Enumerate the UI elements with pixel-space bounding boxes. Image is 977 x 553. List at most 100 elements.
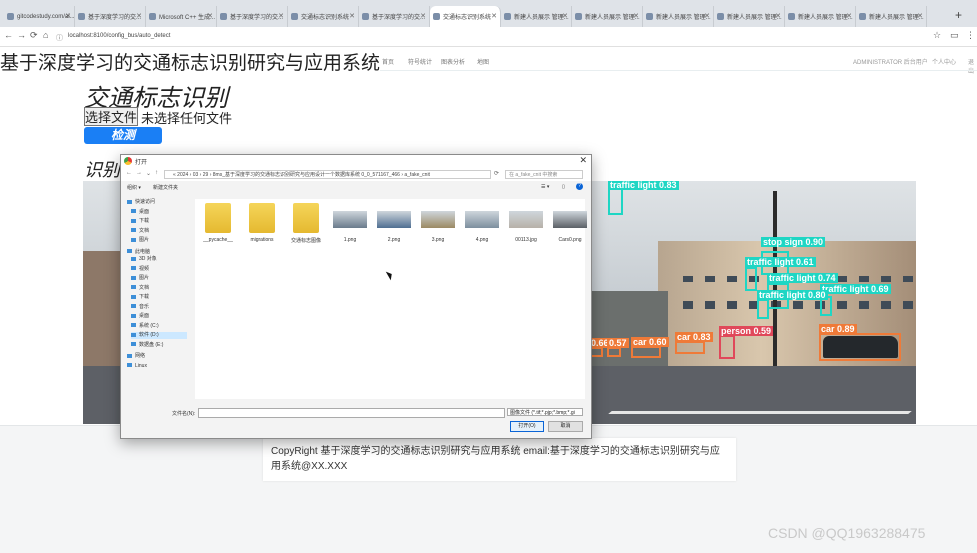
browser-tab[interactable]: 基于深度学习的交... ✕ <box>217 6 288 27</box>
detect-button[interactable]: 检测 <box>84 127 162 144</box>
view-options-icon[interactable]: ☰ ▾ <box>541 184 549 190</box>
browser-tab[interactable]: 新建人员展示 管理... ✕ <box>785 6 856 27</box>
browser-tab[interactable]: gitcodestudy.com/ai... ✕ <box>4 6 75 27</box>
nav-logout[interactable]: 退出 <box>968 57 977 75</box>
dialog-sidebar-item[interactable]: 桌面 <box>131 209 149 216</box>
dialog-sidebar-item[interactable]: 数据盘 (E:) <box>131 342 163 349</box>
nav-home[interactable]: 首页 <box>382 57 394 66</box>
nav-stats[interactable]: 符号统计 <box>408 57 432 66</box>
new-folder-button[interactable]: 新建文件夹 <box>153 184 178 191</box>
tab-close-icon[interactable]: ✕ <box>136 12 142 20</box>
tab-close-icon[interactable]: ✕ <box>207 12 213 20</box>
dialog-sidebar-item[interactable]: 下载 <box>131 294 149 301</box>
back-icon[interactable]: ← <box>4 30 13 40</box>
dialog-sidebar-label: 视频 <box>139 265 150 272</box>
dialog-sidebar-item[interactable]: 网络 <box>127 353 145 360</box>
dialog-file-name: 4.png <box>475 237 489 243</box>
nav-admin-user[interactable]: ADMINISTRATOR 后台用户 <box>853 57 928 66</box>
dialog-file-item[interactable]: Cars0.png <box>551 203 589 243</box>
filetype-select[interactable]: 图像文件 (*.tif;*.pjp;*.bmp;*.gi <box>507 408 583 416</box>
browser-tab[interactable]: Microsoft C++ 生成... ✕ <box>146 6 217 27</box>
menu-icon[interactable]: ⋮ <box>966 30 975 41</box>
tab-close-icon[interactable]: ✕ <box>349 12 355 20</box>
tab-favicon-icon <box>291 13 298 20</box>
open-button[interactable]: 打开(O) <box>510 421 544 432</box>
browser-tab[interactable]: 新建人员展示 管理... ✕ <box>714 6 785 27</box>
new-tab-icon[interactable]: + <box>955 8 962 22</box>
dialog-sidebar-item[interactable]: 3D 对象 <box>131 256 157 263</box>
forward-icon[interactable]: → <box>136 170 142 176</box>
dialog-file-item[interactable]: 3.png <box>419 203 457 243</box>
back-icon[interactable]: ← <box>126 170 132 176</box>
dialog-file-item[interactable]: 00113.jpg <box>507 203 545 243</box>
dialog-sidebar-item[interactable]: 桌面 <box>131 313 149 320</box>
dialog-file-item[interactable]: 1.png <box>331 203 369 243</box>
browser-tab[interactable]: 交通标志识别系统 ✕ <box>430 6 501 27</box>
browser-tab[interactable]: 新建人员展示 管理... ✕ <box>501 6 572 27</box>
home-icon[interactable]: ⌂ <box>43 30 48 40</box>
filename-input[interactable] <box>198 408 505 418</box>
browser-tab[interactable]: 基于深度学习的交... ✕ <box>75 6 146 27</box>
nav-map[interactable]: 地图 <box>477 57 489 66</box>
tab-close-icon[interactable]: ✕ <box>65 12 71 20</box>
browser-tab[interactable]: 新建人员展示 管理... ✕ <box>643 6 714 27</box>
chevron-down-icon[interactable]: ⌄ <box>146 170 151 177</box>
organize-button[interactable]: 组织 ▾ <box>127 184 141 191</box>
dialog-file-item[interactable]: 2.png <box>375 203 413 243</box>
dialog-sidebar-item[interactable]: 音乐 <box>131 304 149 311</box>
close-icon[interactable]: ✕ <box>579 155 587 166</box>
reload-icon[interactable]: ⟳ <box>30 30 38 41</box>
url-input[interactable]: ⓘ localhost:8100/config_bus/auto_detect <box>56 30 916 43</box>
browser-tab[interactable]: 新建人员展示 管理... ✕ <box>572 6 643 27</box>
browser-tab[interactable]: 新建人员展示 管理... ✕ <box>856 6 927 27</box>
dialog-sidebar-item[interactable]: 图片 <box>131 275 149 282</box>
folder-icon <box>131 209 136 214</box>
dialog-sidebar-item[interactable]: 图片 <box>131 237 149 244</box>
dialog-sidebar-item[interactable]: 系统 (C:) <box>131 323 159 330</box>
dialog-sidebar-item[interactable]: 软件 (D:) <box>131 332 187 339</box>
dialog-file-item[interactable]: __pycache__ <box>199 203 237 243</box>
nav-profile[interactable]: 个人中心 <box>932 57 956 66</box>
forward-icon[interactable]: → <box>17 30 26 40</box>
browser-tab[interactable]: 交通标志识别系统 ✕ <box>288 6 359 27</box>
tab-close-icon[interactable]: ✕ <box>562 12 568 20</box>
site-info-icon[interactable]: ⓘ <box>56 32 63 45</box>
dialog-file-item[interactable]: 交通标志图像 <box>287 203 325 244</box>
dialog-sidebar-item[interactable]: 下载 <box>131 218 149 225</box>
tab-close-icon[interactable]: ✕ <box>278 12 284 20</box>
dialog-sidebar-item[interactable]: 文档 <box>131 228 149 235</box>
refresh-icon[interactable]: ⟳ <box>494 170 499 177</box>
dialog-file-name: __pycache__ <box>203 237 233 243</box>
dialog-sidebar-item[interactable]: Linux <box>127 363 147 370</box>
sidebar-panel-icon[interactable]: ▭ <box>950 30 959 41</box>
preview-pane-icon[interactable]: ▯ <box>562 184 565 190</box>
bookmark-star-icon[interactable]: ☆ <box>933 30 941 41</box>
browser-tab[interactable]: 基于深度学习的交... ✕ <box>359 6 430 27</box>
dialog-sidebar-item[interactable]: 文档 <box>131 285 149 292</box>
dialog-file-name: 00113.jpg <box>515 237 537 243</box>
dialog-file-name: migrations <box>250 237 274 243</box>
dialog-search-placeholder: 在 a_fake_cnit 中搜索 <box>509 172 558 178</box>
tab-close-icon[interactable]: ✕ <box>491 12 497 20</box>
cancel-button[interactable]: 取消 <box>548 421 583 432</box>
dialog-file-item[interactable]: migrations <box>243 203 281 243</box>
tab-close-icon[interactable]: ✕ <box>633 12 639 20</box>
dialog-sidebar-label: 此电脑 <box>135 248 151 255</box>
tab-close-icon[interactable]: ✕ <box>420 12 426 20</box>
up-icon[interactable]: ↑ <box>155 170 158 176</box>
dialog-sidebar-item[interactable]: 视频 <box>131 266 149 273</box>
folder-icon <box>127 249 132 254</box>
tab-close-icon[interactable]: ✕ <box>917 12 923 20</box>
tab-close-icon[interactable]: ✕ <box>704 12 710 20</box>
nav-charts[interactable]: 图表分析 <box>441 57 465 66</box>
tab-close-icon[interactable]: ✕ <box>775 12 781 20</box>
dialog-file-item[interactable]: 4.png <box>463 203 501 243</box>
tab-close-icon[interactable]: ✕ <box>846 12 852 20</box>
dialog-sidebar-item[interactable]: 此电脑 <box>127 249 150 256</box>
choose-file-button[interactable]: 选择文件 <box>84 107 138 126</box>
help-icon[interactable]: ? <box>576 183 583 190</box>
dialog-sidebar-item[interactable]: 快速访问 <box>127 199 155 206</box>
dialog-search-input[interactable]: 在 a_fake_cnit 中搜索 <box>505 170 583 179</box>
folder-icon <box>249 203 275 233</box>
dialog-path-bar[interactable]: « 2024 › 03 › 29 › 8ms_基于深度学习的交通标志识别研究与应… <box>164 170 491 179</box>
